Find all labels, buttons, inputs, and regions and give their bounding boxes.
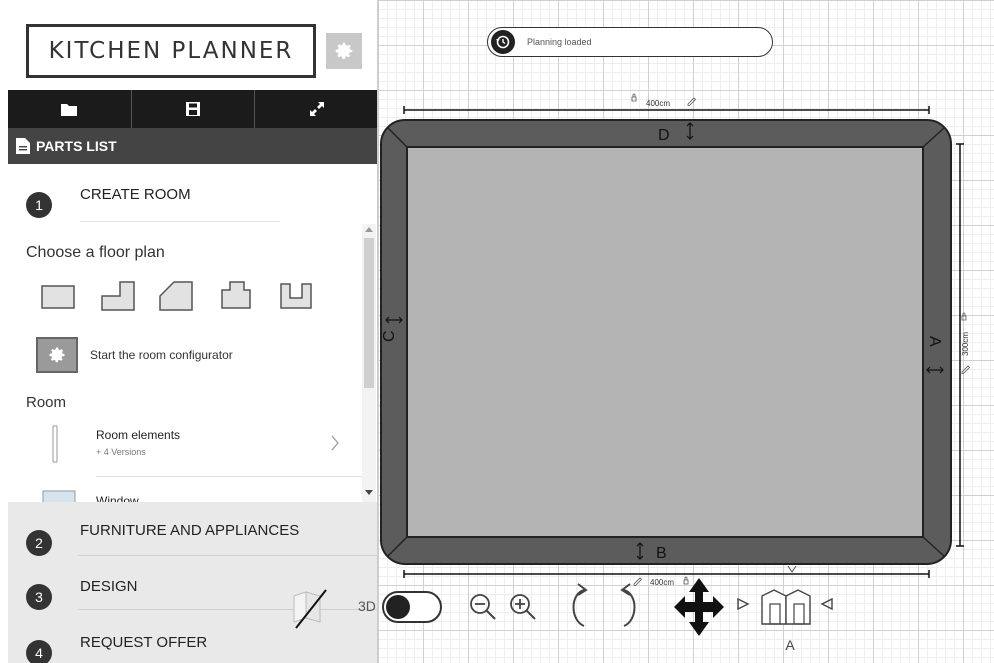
wall-label-top[interactable]: D (658, 127, 670, 144)
expand-icon (309, 102, 324, 116)
chevron-right-icon (331, 435, 339, 451)
room-heading: Room (26, 394, 67, 411)
list-item-room-elements[interactable]: Room elements + 4 Versions (30, 418, 366, 477)
edit-icon[interactable] (687, 97, 697, 106)
wall-label-right[interactable]: A (926, 336, 943, 347)
list-item-subtitle: + 4 Versions (96, 447, 146, 457)
pan-move-button[interactable] (672, 576, 726, 638)
save-button[interactable] (132, 90, 256, 128)
step-number: 4 (26, 640, 52, 663)
sidebar-scrollbar[interactable] (362, 224, 376, 502)
step-number: 1 (26, 192, 52, 218)
parts-list-button[interactable]: PARTS LIST (8, 128, 377, 164)
floorplan-u-shape-option[interactable] (278, 278, 314, 314)
logo-text: KITCHEN PLANNER (48, 38, 294, 64)
fullscreen-button[interactable] (255, 90, 377, 128)
view-direction-label: A (785, 637, 795, 653)
sidebar: KITCHEN PLANNER PARTS LIST 1 CREATE ROOM… (0, 0, 378, 663)
save-icon (186, 102, 200, 116)
step-title: CREATE ROOM (80, 186, 191, 203)
room-element-thumbnail (52, 425, 58, 463)
gear-icon (335, 42, 353, 59)
configurator-icon (36, 337, 78, 373)
history-button[interactable] (491, 30, 515, 54)
scrollbar-thumb[interactable] (364, 238, 374, 388)
history-icon (496, 35, 510, 49)
measure-tool-button[interactable] (286, 588, 330, 630)
rotate-left-button[interactable] (564, 582, 596, 632)
step-furniture-appliances[interactable]: 2 FURNITURE AND APPLIANCES (8, 502, 377, 556)
scroll-up-arrow-icon (365, 227, 373, 232)
edit-icon[interactable] (961, 365, 971, 374)
wall-label-left[interactable]: C (381, 330, 398, 342)
status-text: Planning loaded (527, 37, 592, 47)
configurator-label: Start the room configurator (90, 348, 233, 362)
step-title: DESIGN (80, 578, 138, 595)
logo: KITCHEN PLANNER (26, 24, 316, 78)
step-title: REQUEST OFFER (80, 634, 208, 651)
zoom-out-button[interactable] (468, 592, 498, 622)
list-icon (16, 138, 30, 154)
folder-icon (61, 104, 78, 116)
room-floorplan[interactable]: 400cm D B C A 300cm 400cm (378, 88, 978, 598)
step-number: 2 (26, 530, 52, 556)
settings-button[interactable] (326, 33, 362, 69)
floorplan-l-shape-option[interactable] (100, 278, 136, 314)
view-direction-selector[interactable]: A (736, 584, 848, 658)
room-configurator-button[interactable]: Start the room configurator (36, 336, 296, 374)
floor-plan-heading: Choose a floor plan (26, 244, 165, 261)
rotate-right-button[interactable] (612, 582, 644, 632)
gear-icon (49, 347, 65, 363)
dimension-label-right[interactable]: 300cm (961, 332, 970, 356)
lock-icon[interactable] (961, 312, 967, 321)
divider (80, 221, 280, 222)
toggle-knob (386, 595, 410, 619)
status-bar: Planning loaded (487, 27, 773, 57)
dimension-label-top[interactable]: 400cm (646, 99, 670, 108)
parts-list-label: PARTS LIST (36, 138, 117, 154)
step-title: FURNITURE AND APPLIANCES (80, 522, 300, 539)
floorplan-rectangle-option[interactable] (40, 278, 76, 314)
toggle-3d-label: 3D (358, 598, 376, 614)
step-number: 3 (26, 584, 52, 610)
toggle-3d-switch[interactable] (382, 591, 442, 623)
open-button[interactable] (8, 90, 132, 128)
step-create-room[interactable]: 1 CREATE ROOM (8, 164, 362, 224)
room-floor[interactable] (406, 146, 924, 538)
floorplan-cut-corner-option[interactable] (158, 278, 194, 314)
divider (96, 476, 366, 477)
zoom-in-button[interactable] (508, 592, 538, 622)
lock-icon[interactable] (631, 93, 637, 102)
wall-label-bottom[interactable]: B (656, 545, 667, 562)
toolbar (8, 90, 377, 128)
list-item-name: Room elements (96, 428, 181, 442)
scroll-down-arrow-icon (365, 490, 373, 495)
view-controls: 3D A (282, 572, 862, 663)
floorplan-notched-option[interactable] (218, 278, 254, 314)
